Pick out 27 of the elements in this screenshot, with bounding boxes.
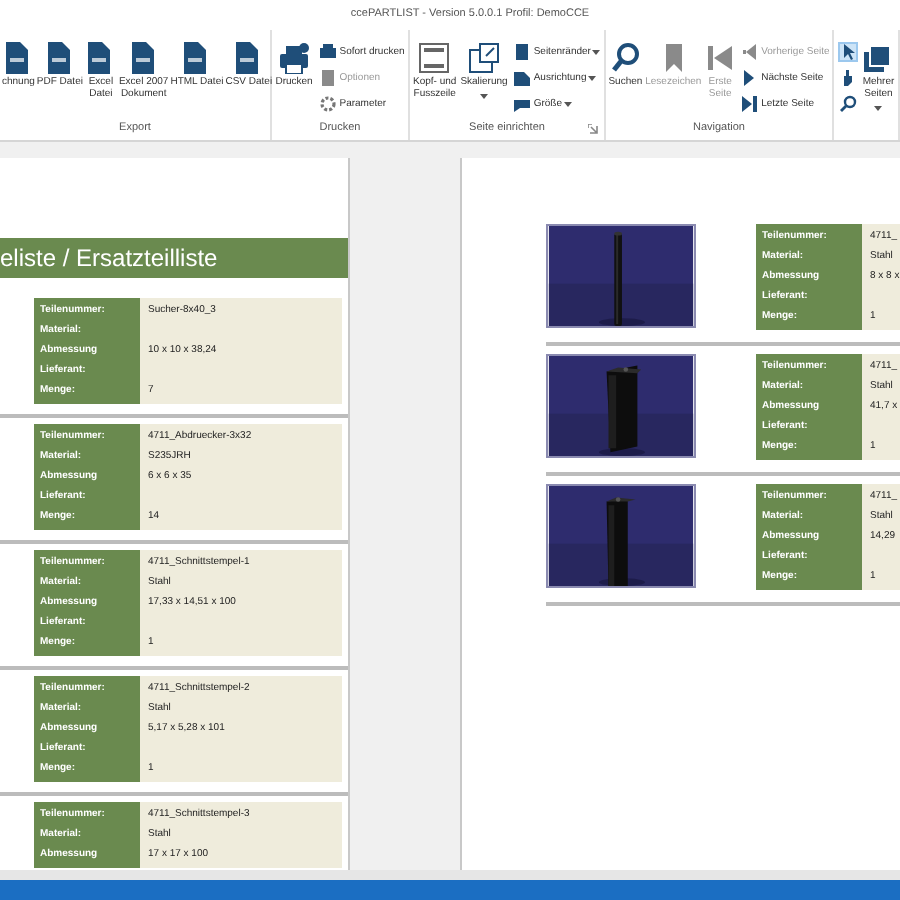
horizontal-scrollbar[interactable] [0, 870, 900, 880]
tool-button[interactable] [837, 42, 858, 62]
last-page-icon [739, 94, 760, 114]
printer-icon [317, 42, 338, 62]
previous-icon [739, 42, 760, 62]
caret-icon [480, 93, 488, 100]
caret-icon [564, 101, 572, 107]
options-icon [317, 68, 338, 88]
dialog-launcher-icon [588, 124, 598, 134]
caret-icon [592, 49, 601, 55]
zoom-icon [837, 94, 858, 114]
orientation-icon [511, 68, 532, 88]
heading-bar: eliste / Ersatzteilliste [0, 238, 348, 278]
first-page-icon [704, 42, 737, 74]
file-icon [127, 42, 160, 74]
header-footer-icon [418, 42, 451, 74]
printer-icon [278, 42, 311, 74]
scale-icon [468, 42, 500, 74]
caret-icon [874, 105, 883, 111]
file-icon [43, 42, 76, 74]
gear-icon [317, 94, 338, 114]
tool-button[interactable] [837, 94, 858, 114]
search-icon [609, 42, 642, 74]
pages-icon [862, 42, 895, 74]
page-size-icon [511, 94, 532, 114]
margins-icon [511, 42, 532, 62]
caret-icon [588, 75, 597, 81]
